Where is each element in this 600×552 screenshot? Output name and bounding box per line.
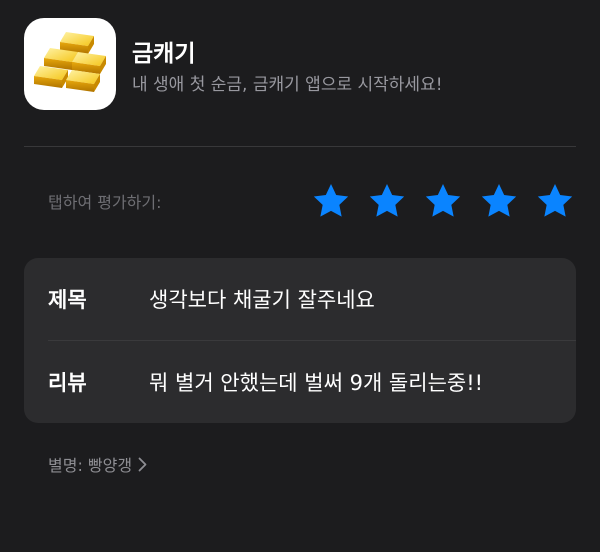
nickname-text: 별명: 빵양갱 (48, 456, 133, 475)
star-rating[interactable] (308, 178, 578, 224)
title-field[interactable]: 제목 생각보다 채굴기 잘주네요 (24, 258, 576, 341)
gold-bars-icon (24, 18, 116, 110)
title-label: 제목 (48, 288, 87, 312)
star-3-icon[interactable] (420, 178, 466, 224)
star-2-icon[interactable] (364, 178, 410, 224)
review-form-card: 제목 생각보다 채굴기 잘주네요 리뷰 뭐 별거 안했는데 벌써 9개 돌리는중… (24, 258, 576, 423)
review-label: 리뷰 (48, 371, 87, 395)
star-4-icon[interactable] (476, 178, 522, 224)
app-subtitle: 내 생애 첫 순금, 금캐기 앱으로 시작하세요! (132, 75, 443, 95)
header-divider (24, 146, 576, 147)
nickname-link[interactable]: 별명: 빵양갱 (48, 452, 147, 476)
review-value[interactable]: 뭐 별거 안했는데 벌써 9개 돌리는중!! (149, 367, 483, 397)
star-5-icon[interactable] (532, 178, 578, 224)
app-name: 금캐기 (132, 41, 196, 67)
rating-label: 탭하여 평가하기: (48, 193, 162, 212)
app-header: 금캐기 내 생애 첫 순금, 금캐기 앱으로 시작하세요! (24, 18, 576, 110)
star-1-icon[interactable] (308, 178, 354, 224)
review-field[interactable]: 리뷰 뭐 별거 안했는데 벌써 9개 돌리는중!! (24, 341, 576, 423)
title-value[interactable]: 생각보다 채굴기 잘주네요 (149, 284, 375, 314)
chevron-right-icon (138, 457, 147, 472)
